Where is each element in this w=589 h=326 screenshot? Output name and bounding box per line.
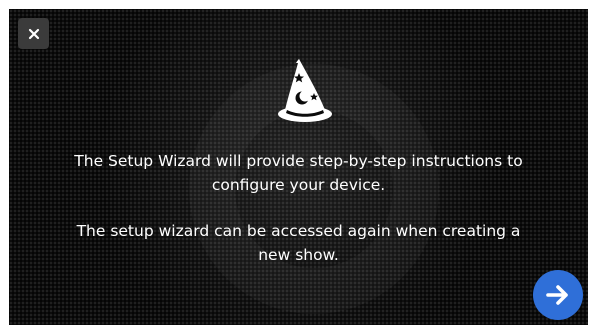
wizard-description: The Setup Wizard will provide step-by-st…: [74, 152, 523, 194]
setup-wizard-screen: The Setup Wizard will provide step-by-st…: [9, 9, 588, 325]
close-button[interactable]: [18, 18, 49, 49]
next-button[interactable]: [533, 270, 583, 320]
arrow-right-icon: [546, 285, 568, 305]
wizard-hat-icon: [278, 59, 332, 122]
close-icon: [28, 28, 39, 39]
wizard-access-note: The setup wizard can be accessed again w…: [76, 222, 521, 264]
